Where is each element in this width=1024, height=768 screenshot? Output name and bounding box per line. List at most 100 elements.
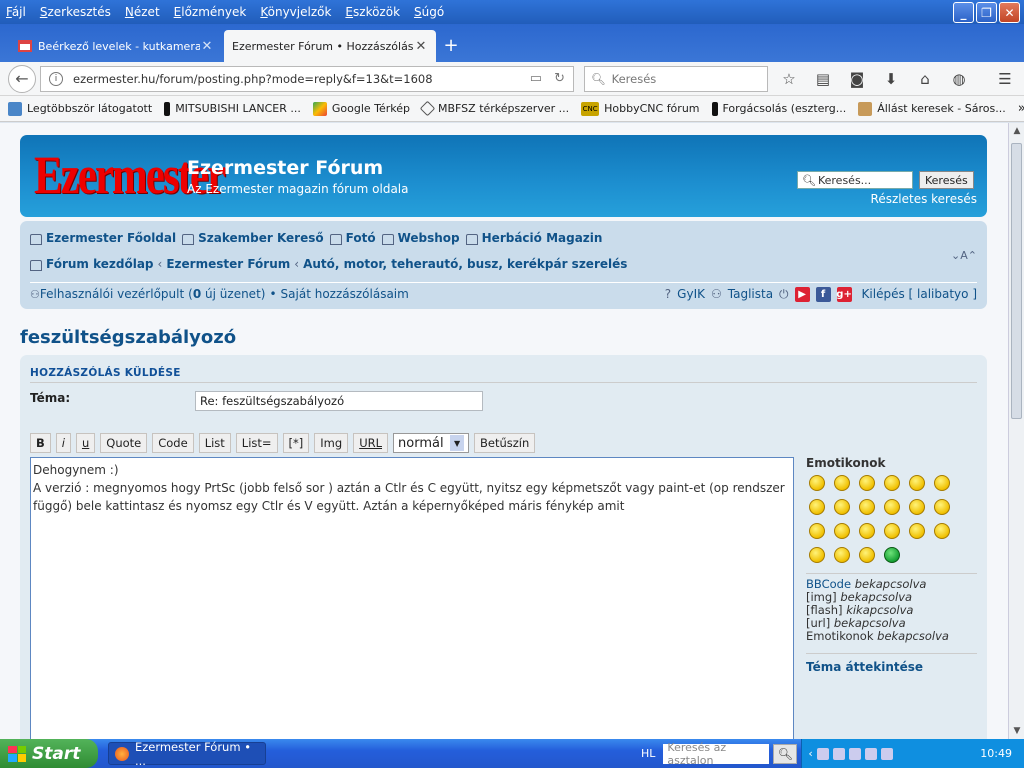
emoticon-icon[interactable] xyxy=(834,547,850,563)
new-messages-link[interactable]: (0 új üzenet) xyxy=(188,287,265,301)
bookmark-item[interactable]: CNC HobbyCNC fórum xyxy=(581,101,700,116)
tab-gmail[interactable]: Beérkező levelek - kutkamera... ✕ xyxy=(10,30,222,62)
hamburger-menu-icon[interactable]: ☰ xyxy=(994,70,1016,88)
user-control-panel-link[interactable]: Felhasználói vezérlőpult xyxy=(40,287,184,301)
bookmark-item[interactable]: MBFSZ térképszerver ... xyxy=(419,100,569,117)
scroll-down-arrow[interactable]: ▼ xyxy=(1009,723,1024,739)
youtube-icon[interactable]: ▶ xyxy=(794,286,810,302)
font-size-control[interactable]: ⌄A⌃ xyxy=(951,249,977,262)
logout-link[interactable]: Kilépés [ lalibatyo ] xyxy=(862,287,977,301)
home-icon[interactable]: ⌂ xyxy=(914,70,936,88)
reader-view-icon[interactable]: ▭ xyxy=(530,71,542,86)
quick-link[interactable]: Herbáció Magazin xyxy=(482,231,603,245)
clock[interactable]: 10:49 xyxy=(980,747,1012,760)
emoticon-icon[interactable] xyxy=(809,547,825,563)
taskbar-item-firefox[interactable]: Ezermester Fórum • ... xyxy=(108,740,266,768)
update-icon[interactable] xyxy=(880,747,893,760)
emoticon-icon[interactable] xyxy=(809,523,825,539)
breadcrumb-item[interactable]: Autó, motor, teherautó, busz, kerékpár s… xyxy=(303,257,627,271)
menu-edit[interactable]: Szerkesztés xyxy=(40,5,111,19)
page-title[interactable]: feszültségszabályozó xyxy=(20,327,236,348)
emoticon-icon[interactable] xyxy=(909,475,925,491)
emoticon-icon[interactable] xyxy=(834,475,850,491)
security-icon[interactable] xyxy=(864,747,877,760)
members-link[interactable]: Taglista xyxy=(728,287,773,301)
network-icon[interactable] xyxy=(816,747,829,760)
bookmark-item[interactable]: Legtöbbször látogatott xyxy=(8,101,152,116)
bookmark-item[interactable]: MITSUBISHI LANCER ... xyxy=(164,101,301,116)
font-color-button[interactable]: Betűszín xyxy=(474,433,536,453)
search-icon[interactable]: 🔍︎ xyxy=(773,743,798,764)
option-label[interactable]: BBCode xyxy=(806,577,851,591)
menu-bookmarks[interactable]: Könyvjelzők xyxy=(260,5,331,19)
menu-file[interactable]: Fájl xyxy=(6,5,26,19)
close-tab-icon[interactable]: ✕ xyxy=(200,39,214,54)
desktop-search-input[interactable]: Keresés az asztalon xyxy=(663,741,770,767)
quick-link[interactable]: Szakember Kereső xyxy=(198,231,324,245)
advanced-search-link[interactable]: Részletes keresés xyxy=(871,192,977,206)
tray-expand-icon[interactable]: ‹ xyxy=(808,747,812,760)
emoticon-icon[interactable] xyxy=(884,523,900,539)
menu-help[interactable]: Súgó xyxy=(414,5,444,19)
browser-search-input[interactable]: 🔍︎ Keresés xyxy=(584,65,768,92)
emoticon-icon[interactable] xyxy=(934,475,950,491)
scrollbar-thumb[interactable] xyxy=(1011,143,1022,419)
language-indicator[interactable]: HL xyxy=(641,747,655,760)
forum-search-input[interactable]: 🔍︎ Keresés... xyxy=(797,171,913,189)
italic-button[interactable]: i xyxy=(55,433,71,453)
tab-forum[interactable]: Ezermester Fórum • Hozzászólás k... ✕ xyxy=(224,30,436,62)
topic-review-link[interactable]: Téma áttekintése xyxy=(806,660,977,674)
volume-icon[interactable] xyxy=(832,747,845,760)
faq-link[interactable]: GyIK xyxy=(677,287,705,301)
menu-view[interactable]: Nézet xyxy=(125,5,160,19)
star-icon[interactable]: ☆ xyxy=(778,70,800,88)
breadcrumb-item[interactable]: Ezermester Fórum xyxy=(166,257,290,271)
url-button[interactable]: URL xyxy=(353,433,389,453)
emoticon-icon[interactable] xyxy=(859,547,875,563)
library-icon[interactable]: ▤ xyxy=(812,70,834,88)
quick-link[interactable]: Webshop xyxy=(398,231,460,245)
emoticon-icon[interactable] xyxy=(809,475,825,491)
own-posts-link[interactable]: Saját hozzászólásaim xyxy=(281,287,409,301)
list-button[interactable]: List xyxy=(198,433,231,453)
restore-button[interactable]: ❐ xyxy=(976,2,997,23)
start-button[interactable]: Start xyxy=(0,739,98,768)
emoticon-icon[interactable] xyxy=(909,523,925,539)
forum-search-button[interactable]: Keresés xyxy=(919,171,974,189)
close-tab-icon[interactable]: ✕ xyxy=(414,39,428,54)
font-size-select[interactable]: normál ▼ xyxy=(393,433,470,453)
new-tab-button[interactable]: + xyxy=(438,30,464,62)
emoticon-icon[interactable] xyxy=(934,499,950,515)
back-button[interactable]: ← xyxy=(8,64,36,93)
emoticon-icon[interactable] xyxy=(859,475,875,491)
emoticon-icon[interactable] xyxy=(884,547,900,563)
emoticon-icon[interactable] xyxy=(934,523,950,539)
breadcrumb-item[interactable]: Fórum kezdőlap xyxy=(46,257,154,271)
subject-input[interactable]: Re: feszültségszabályozó xyxy=(195,391,483,411)
emoticon-icon[interactable] xyxy=(909,499,925,515)
bookmark-item[interactable]: Forgácsolás (eszterg... xyxy=(711,101,846,116)
emoticon-icon[interactable] xyxy=(834,499,850,515)
menu-history[interactable]: Előzmények xyxy=(174,5,247,19)
code-button[interactable]: Code xyxy=(152,433,194,453)
minimize-button[interactable]: _ xyxy=(953,2,974,23)
site-title[interactable]: Ezermester Fórum xyxy=(187,157,383,179)
facebook-icon[interactable]: f xyxy=(815,286,831,302)
quick-link[interactable]: Ezermester Főoldal xyxy=(46,231,176,245)
pocket-icon[interactable]: ◙ xyxy=(846,70,868,88)
close-window-button[interactable]: ✕ xyxy=(999,2,1020,23)
img-button[interactable]: Img xyxy=(314,433,349,453)
emoticon-icon[interactable] xyxy=(884,499,900,515)
reload-icon[interactable]: ↻ xyxy=(554,71,565,86)
scroll-up-arrow[interactable]: ▲ xyxy=(1009,123,1024,139)
emoticon-icon[interactable] xyxy=(809,499,825,515)
ordered-list-button[interactable]: List= xyxy=(235,433,278,453)
emoticon-icon[interactable] xyxy=(859,499,875,515)
url-bar[interactable]: i ezermester.hu/forum/posting.php?mode=r… xyxy=(40,65,574,92)
emoticon-icon[interactable] xyxy=(834,523,850,539)
bookmark-item[interactable]: Google Térkép xyxy=(312,101,410,116)
list-item-button[interactable]: [*] xyxy=(282,433,310,453)
emoticon-icon[interactable] xyxy=(884,475,900,491)
google-plus-icon[interactable]: g+ xyxy=(836,286,852,302)
quick-link[interactable]: Fotó xyxy=(346,231,376,245)
